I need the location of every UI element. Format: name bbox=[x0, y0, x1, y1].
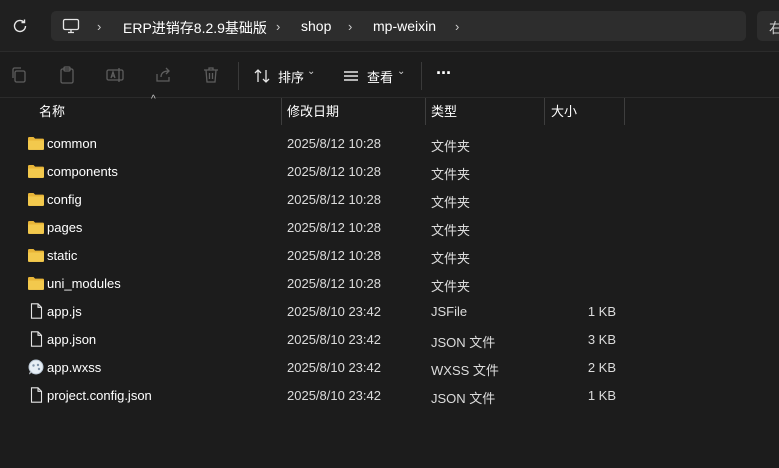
file-modified: 2025/8/12 10:28 bbox=[287, 192, 381, 207]
chevron-right-icon[interactable]: › bbox=[276, 19, 286, 34]
file-row[interactable]: project.config.json 2025/8/10 23:42 JSON 文… bbox=[0, 381, 779, 409]
chevron-right-icon[interactable]: › bbox=[455, 19, 465, 34]
file-type: 文件夹 bbox=[431, 223, 471, 238]
file-modified: 2025/8/12 10:28 bbox=[287, 248, 381, 263]
copy-icon[interactable] bbox=[9, 65, 29, 85]
file-icon bbox=[27, 387, 45, 403]
search-input[interactable]: 右 bbox=[757, 11, 779, 41]
file-modified: 2025/8/10 23:42 bbox=[287, 360, 381, 375]
file-name: project.config.json bbox=[47, 388, 152, 403]
search-placeholder: 右 bbox=[769, 20, 779, 36]
paste-icon[interactable] bbox=[57, 65, 77, 85]
folder-icon bbox=[27, 219, 45, 235]
view-button[interactable]: 查看 bbox=[367, 67, 393, 86]
file-type: 文件夹 bbox=[431, 167, 471, 182]
file-size: 2 KB bbox=[587, 360, 616, 375]
folder-icon bbox=[27, 191, 45, 207]
column-name[interactable]: 名称 bbox=[39, 98, 65, 125]
column-divider[interactable] bbox=[624, 98, 625, 125]
file-modified: 2025/8/10 23:42 bbox=[287, 304, 381, 319]
file-row[interactable]: pages 2025/8/12 10:28 文件夹 bbox=[0, 213, 779, 241]
wxss-file-icon bbox=[27, 359, 45, 375]
file-modified: 2025/8/12 10:28 bbox=[287, 220, 381, 235]
folder-icon bbox=[27, 163, 45, 179]
file-type: 文件夹 bbox=[431, 139, 471, 154]
column-size[interactable]: 大小 bbox=[551, 98, 577, 125]
file-size: 1 KB bbox=[587, 304, 616, 319]
file-name: components bbox=[47, 164, 118, 179]
file-name: config bbox=[47, 192, 82, 207]
file-row[interactable]: app.js 2025/8/10 23:42 JSFile 1 KB bbox=[0, 297, 779, 325]
file-modified: 2025/8/12 10:28 bbox=[287, 136, 381, 151]
column-divider[interactable] bbox=[281, 98, 282, 125]
folder-icon bbox=[27, 275, 45, 291]
view-icon[interactable] bbox=[341, 66, 361, 86]
file-row[interactable]: static 2025/8/12 10:28 文件夹 bbox=[0, 241, 779, 269]
command-bar: 排序 ⌄ 查看 ⌄ ··· bbox=[0, 51, 779, 98]
file-name: app.wxss bbox=[47, 360, 102, 375]
file-icon bbox=[27, 303, 45, 319]
breadcrumb[interactable]: › ERP进销存8.2.9基础版 › shop › mp-weixin › bbox=[51, 11, 746, 41]
column-type[interactable]: 类型 bbox=[431, 98, 457, 125]
delete-icon[interactable] bbox=[201, 65, 221, 85]
file-name: uni_modules bbox=[47, 276, 121, 291]
toolbar-divider bbox=[238, 62, 239, 90]
file-type: JSON 文件 bbox=[431, 335, 496, 350]
file-type: 文件夹 bbox=[431, 251, 471, 266]
share-icon[interactable] bbox=[153, 65, 173, 85]
column-divider[interactable] bbox=[425, 98, 426, 125]
rename-icon[interactable] bbox=[105, 65, 125, 85]
file-size: 3 KB bbox=[587, 332, 616, 347]
file-size: 1 KB bbox=[587, 388, 616, 403]
file-name: app.json bbox=[47, 332, 97, 347]
breadcrumb-item-erp[interactable]: ERP进销存8.2.9基础版 bbox=[123, 18, 267, 38]
column-divider[interactable] bbox=[544, 98, 545, 125]
file-modified: 2025/8/10 23:42 bbox=[287, 332, 381, 347]
file-type: WXSS 文件 bbox=[431, 363, 499, 378]
file-row[interactable]: components 2025/8/12 10:28 文件夹 bbox=[0, 157, 779, 185]
file-icon bbox=[27, 331, 45, 347]
breadcrumb-item-mp-weixin[interactable]: mp-weixin bbox=[373, 18, 436, 34]
file-list: common 2025/8/12 10:28 文件夹 components 2025/8… bbox=[0, 129, 779, 409]
sort-icon[interactable] bbox=[252, 66, 272, 86]
file-name: app.js bbox=[47, 304, 82, 319]
sort-button[interactable]: 排序 bbox=[278, 67, 304, 86]
file-type: 文件夹 bbox=[431, 195, 471, 210]
column-header: ^ 名称 修改日期 类型 大小 bbox=[0, 94, 779, 125]
file-row[interactable]: uni_modules 2025/8/12 10:28 文件夹 bbox=[0, 269, 779, 297]
file-type: 文件夹 bbox=[431, 279, 471, 294]
file-row[interactable]: app.json 2025/8/10 23:42 JSON 文件 3 KB bbox=[0, 325, 779, 353]
refresh-icon[interactable] bbox=[11, 17, 29, 35]
file-type: JSON 文件 bbox=[431, 391, 496, 406]
chevron-right-icon[interactable]: › bbox=[97, 19, 107, 34]
file-name: common bbox=[47, 136, 97, 151]
file-type: JSFile bbox=[431, 304, 468, 319]
file-modified: 2025/8/10 23:42 bbox=[287, 388, 381, 403]
file-modified: 2025/8/12 10:28 bbox=[287, 276, 381, 291]
file-row[interactable]: app.wxss 2025/8/10 23:42 WXSS 文件 2 KB bbox=[0, 353, 779, 381]
monitor-icon[interactable] bbox=[62, 18, 80, 34]
chevron-down-icon[interactable]: ⌄ bbox=[307, 66, 315, 77]
sort-ascending-icon: ^ bbox=[151, 94, 156, 105]
folder-icon bbox=[27, 135, 45, 151]
folder-icon bbox=[27, 247, 45, 263]
address-bar: › ERP进销存8.2.9基础版 › shop › mp-weixin › 右 bbox=[0, 0, 779, 51]
more-options-button[interactable]: ··· bbox=[436, 63, 452, 84]
file-row[interactable]: common 2025/8/12 10:28 文件夹 bbox=[0, 129, 779, 157]
chevron-down-icon[interactable]: ⌄ bbox=[397, 66, 405, 77]
file-modified: 2025/8/12 10:28 bbox=[287, 164, 381, 179]
breadcrumb-item-shop[interactable]: shop bbox=[301, 18, 331, 34]
file-row[interactable]: config 2025/8/12 10:28 文件夹 bbox=[0, 185, 779, 213]
file-name: pages bbox=[47, 220, 83, 235]
chevron-right-icon[interactable]: › bbox=[348, 19, 358, 34]
file-name: static bbox=[47, 248, 78, 263]
column-modified[interactable]: 修改日期 bbox=[287, 98, 339, 125]
toolbar-divider bbox=[421, 62, 422, 90]
